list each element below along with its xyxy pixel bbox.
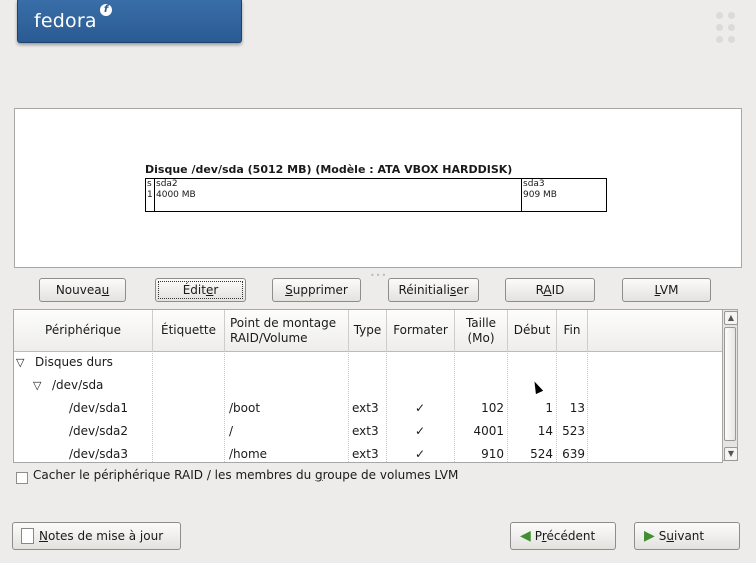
new-button[interactable]: Nouveau	[39, 278, 126, 302]
table-row-hard-disks[interactable]: ▽ Disques durs	[14, 351, 722, 374]
format-check-icon: ✓	[415, 424, 426, 438]
type-cell: ext3	[352, 447, 379, 461]
size-header-text: Taille (Mo)	[465, 315, 497, 345]
format-check-icon: ✓	[415, 401, 426, 415]
column-header-mount[interactable]: Point de montage RAID/Volume	[225, 310, 349, 351]
fedora-logo: fedora f	[17, 0, 242, 43]
next-button[interactable]: ▶ Suivant	[634, 522, 740, 550]
hide-raid-lvm-label[interactable]: Cacher le périphérique RAID / les membre…	[33, 468, 458, 482]
next-label: Suivant	[658, 529, 705, 543]
column-header-format[interactable]: Formater	[387, 310, 455, 351]
edit-button[interactable]: Éditer	[155, 278, 246, 302]
device-cell: /dev/sda3	[69, 447, 129, 461]
mount-cell: /home	[229, 447, 268, 461]
segment-name: sda2	[156, 179, 178, 189]
back-button[interactable]: ◀ Précédent	[510, 522, 616, 550]
disk-partition-bar: s 1 sda2 4000 MB sda3 909 MB	[145, 178, 607, 212]
partition-table[interactable]: Périphérique Étiquette Point de montage R…	[13, 309, 723, 463]
device-cell: /dev/sda1	[69, 401, 129, 415]
end-cell: 639	[562, 447, 585, 461]
reset-button[interactable]: Réinitialiser	[388, 278, 479, 302]
end-cell: 523	[562, 424, 585, 438]
document-icon	[21, 528, 34, 544]
device-cell: /dev/sda	[52, 378, 104, 392]
column-header-end[interactable]: Fin	[557, 310, 588, 351]
column-header-label[interactable]: Étiquette	[153, 310, 225, 351]
arrow-left-icon: ◀	[520, 528, 531, 544]
device-cell: /dev/sda2	[69, 424, 129, 438]
hide-raid-lvm-checkbox[interactable]	[16, 472, 28, 484]
back-label: Précédent	[534, 529, 596, 543]
column-header-size[interactable]: Taille (Mo)	[455, 310, 508, 351]
size-cell: 4001	[473, 424, 504, 438]
device-cell: Disques durs	[35, 355, 113, 369]
mount-cell: /	[229, 424, 234, 438]
size-cell: 102	[481, 401, 504, 415]
partition-segment-sda1[interactable]: s 1	[146, 179, 155, 211]
partition-segment-sda3[interactable]: sda3 909 MB	[522, 179, 606, 211]
start-cell: 14	[537, 424, 553, 438]
mount-cell: /boot	[229, 401, 261, 415]
column-header-type[interactable]: Type	[349, 310, 387, 351]
table-row-sda2[interactable]: /dev/sda2 / ext3 ✓ 4001 14 523	[14, 420, 722, 443]
segment-size: 909 MB	[523, 190, 557, 200]
segment-size: 4000 MB	[156, 190, 196, 200]
table-row-sda3[interactable]: /dev/sda3 /home ext3 ✓ 910 524 639	[14, 443, 722, 462]
end-cell: 13	[569, 401, 585, 415]
release-notes-button[interactable]: Notes de mise à jour	[12, 522, 181, 550]
segment-name: s	[147, 179, 152, 189]
decorative-dots-icon	[716, 12, 740, 44]
delete-button[interactable]: Supprimer	[272, 278, 361, 302]
partition-segment-sda2[interactable]: sda2 4000 MB	[155, 179, 522, 211]
table-row-sda1[interactable]: /dev/sda1 /boot ext3 ✓ 102 1 13	[14, 397, 722, 420]
lvm-button[interactable]: LVM	[622, 278, 711, 302]
arrow-right-icon: ▶	[644, 528, 655, 544]
segment-size: 1	[147, 190, 153, 200]
table-row-sda[interactable]: ▽ /dev/sda	[14, 374, 722, 397]
scrollbar-thumb[interactable]	[724, 327, 736, 441]
release-notes-label: Notes de mise à jour	[39, 529, 164, 543]
scroll-up-arrow-icon[interactable]: ▲	[724, 311, 738, 325]
raid-button[interactable]: RAID	[505, 278, 595, 302]
segment-name: sda3	[523, 179, 545, 189]
column-header-start[interactable]: Début	[508, 310, 557, 351]
logo-text: fedora	[34, 10, 97, 32]
column-header-device[interactable]: Périphérique	[14, 310, 153, 351]
disk-title: Disque /dev/sda (5012 MB) (Modèle : ATA …	[145, 163, 513, 176]
mount-header-text: Point de montage RAID/Volume	[230, 315, 337, 345]
type-cell: ext3	[352, 401, 379, 415]
format-check-icon: ✓	[415, 447, 426, 461]
scroll-down-arrow-icon[interactable]: ▼	[724, 447, 738, 461]
table-scrollbar[interactable]: ▲ ▼	[722, 309, 738, 461]
table-header: Périphérique Étiquette Point de montage R…	[14, 310, 722, 352]
expander-icon[interactable]: ▽	[33, 374, 41, 397]
pane-resize-grip-icon[interactable]: •••	[370, 271, 387, 280]
start-cell: 1	[545, 401, 553, 415]
infinity-icon: f	[100, 4, 112, 16]
size-cell: 910	[481, 447, 504, 461]
type-cell: ext3	[352, 424, 379, 438]
start-cell: 524	[530, 447, 553, 461]
expander-icon[interactable]: ▽	[16, 351, 24, 374]
